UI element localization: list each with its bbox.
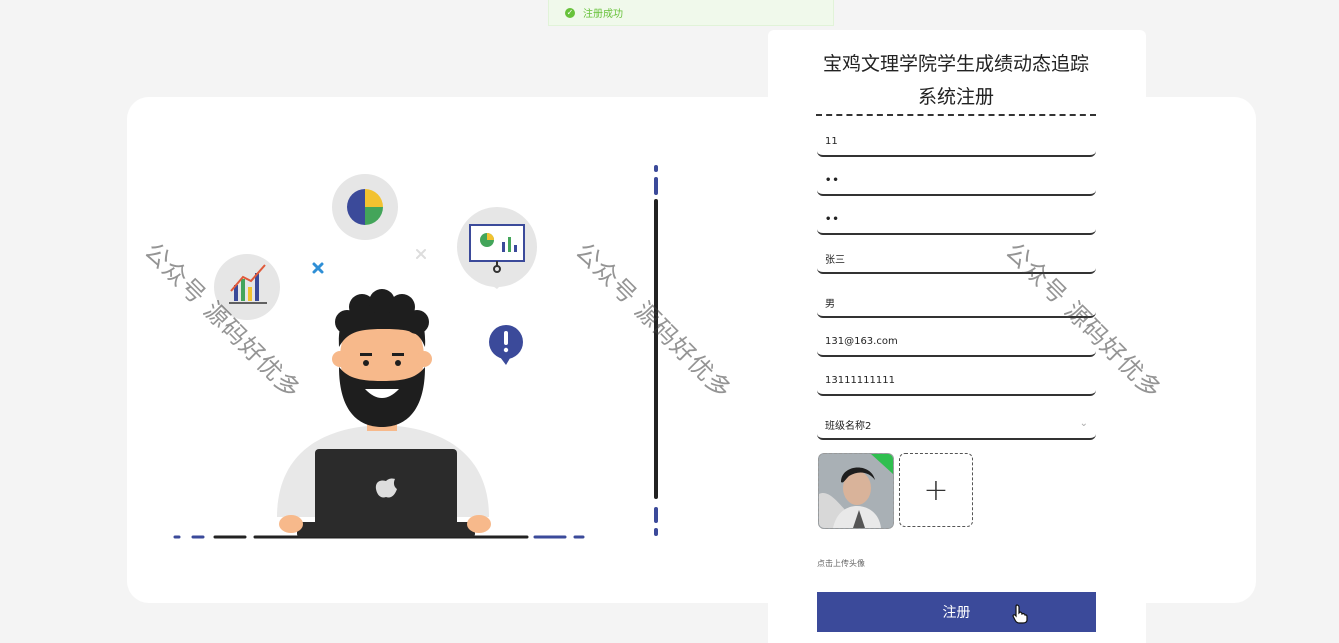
account-value: 11 [825,135,838,147]
exclamation-icon [489,325,523,365]
register-button[interactable]: 注册 [817,592,1096,632]
password-field[interactable]: •• [817,166,1096,196]
decor-x-icons [312,249,426,274]
gender-field[interactable]: 男 [817,288,1096,318]
avatar-image [819,454,893,528]
phone-field[interactable]: 13111111111 [817,366,1096,396]
presentation-bubble [457,207,537,289]
success-toast: ✓ 注册成功 [548,0,834,26]
confirm-password-value: •• [825,213,840,225]
toast-text: 注册成功 [583,9,623,20]
upload-hint: 点击上传头像 [817,559,865,568]
form-title: 宝鸡文理学院学生成绩动态追踪系统注册 [816,48,1096,116]
upload-avatar-button[interactable]: + [899,453,973,527]
chevron-down-icon: ⌄ [1079,418,1088,429]
developer-illustration [173,165,658,539]
class-value: 班级名称2 [825,420,872,432]
plus-icon: + [923,472,949,508]
hand-cursor-icon [1012,604,1028,624]
avatar-preview[interactable] [818,453,894,529]
name-value: 张三 [825,254,845,266]
gender-value: 男 [825,298,835,310]
password-value: •• [825,174,840,186]
pie-bubble [332,174,398,240]
class-select[interactable]: 班级名称2 ⌄ [817,410,1096,440]
name-field[interactable]: 张三 [817,244,1096,274]
confirm-password-field[interactable]: •• [817,205,1096,235]
email-value: 131@163.com [825,335,898,347]
check-circle-icon: ✓ [565,7,575,18]
chart-bubble [214,254,280,320]
phone-value: 13111111111 [825,374,895,386]
account-field[interactable]: 11 [817,127,1096,157]
email-field[interactable]: 131@163.com [817,327,1096,357]
